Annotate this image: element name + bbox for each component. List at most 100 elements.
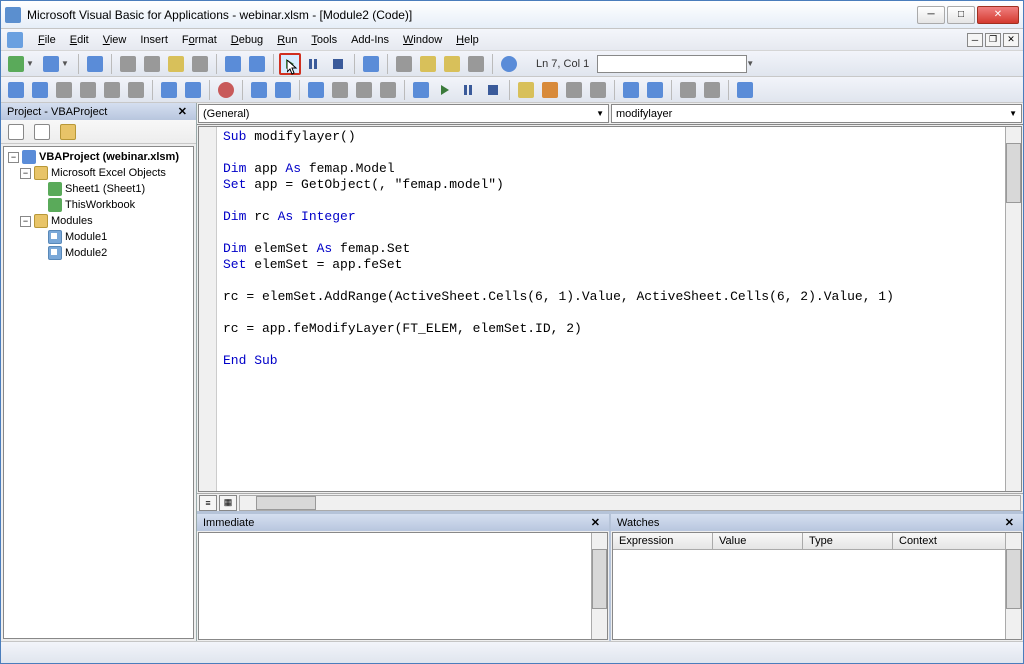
watches-close[interactable]: ✕ <box>1002 516 1017 529</box>
run-sub-button[interactable] <box>279 53 301 75</box>
col-expression[interactable]: Expression <box>613 533 713 549</box>
procedure-view-button[interactable]: ≡ <box>199 495 217 511</box>
tb2-d2[interactable] <box>434 79 456 101</box>
tb2-g2[interactable] <box>701 79 723 101</box>
breakpoint-button[interactable] <box>215 79 237 101</box>
view-object-button[interactable] <box>31 121 53 143</box>
tree-excel-objects[interactable]: − Microsoft Excel Objects <box>6 165 191 181</box>
tb2-2[interactable] <box>29 79 51 101</box>
minimize-button[interactable]: ─ <box>917 6 945 24</box>
help-button[interactable] <box>498 53 520 75</box>
design-mode-button[interactable] <box>360 53 382 75</box>
prev-bookmark-button[interactable] <box>353 79 375 101</box>
col-value[interactable]: Value <box>713 533 803 549</box>
menu-edit[interactable]: Edit <box>63 32 96 48</box>
undo-button[interactable] <box>222 53 244 75</box>
tree-modules[interactable]: − Modules <box>6 213 191 229</box>
toolbox-button[interactable] <box>465 53 487 75</box>
indent-button[interactable] <box>158 79 180 101</box>
bookmark-button[interactable] <box>305 79 327 101</box>
mdi-close[interactable]: ✕ <box>1003 33 1019 47</box>
scroll-thumb[interactable] <box>592 549 607 609</box>
maximize-button[interactable]: □ <box>947 6 975 24</box>
tb2-e4[interactable] <box>587 79 609 101</box>
toolbar-combo[interactable] <box>597 55 747 73</box>
insert-dropdown[interactable]: ▼ <box>61 59 73 68</box>
uncomment-button[interactable] <box>272 79 294 101</box>
immediate-vscroll[interactable] <box>591 533 607 639</box>
menu-run[interactable]: Run <box>270 32 304 48</box>
project-explorer-button[interactable] <box>393 53 415 75</box>
expand-icon[interactable]: − <box>20 168 31 179</box>
menu-format[interactable]: Format <box>175 32 224 48</box>
outdent-button[interactable] <box>182 79 204 101</box>
menu-insert[interactable]: Insert <box>133 32 175 48</box>
menu-tools[interactable]: Tools <box>304 32 344 48</box>
tb2-f2[interactable] <box>644 79 666 101</box>
view-excel-dropdown[interactable]: ▼ <box>26 59 38 68</box>
menu-debug[interactable]: Debug <box>224 32 270 48</box>
menu-file[interactable]: File <box>31 32 63 48</box>
object-dropdown[interactable]: (General) ▼ <box>198 104 609 123</box>
full-module-view-button[interactable]: ▦ <box>219 495 237 511</box>
tb2-d4[interactable] <box>482 79 504 101</box>
tb2-d3[interactable] <box>458 79 480 101</box>
toggle-folders-button[interactable] <box>57 121 79 143</box>
reset-button[interactable] <box>327 53 349 75</box>
comment-button[interactable] <box>248 79 270 101</box>
col-context[interactable]: Context <box>893 533 1021 549</box>
tb2-h1[interactable] <box>734 79 756 101</box>
mdi-minimize[interactable]: ─ <box>967 33 983 47</box>
tb2-g1[interactable] <box>677 79 699 101</box>
menu-help[interactable]: Help <box>449 32 486 48</box>
properties-button[interactable] <box>417 53 439 75</box>
view-excel-button[interactable] <box>5 53 27 75</box>
object-browser-button[interactable] <box>441 53 463 75</box>
scroll-thumb[interactable] <box>1006 143 1021 203</box>
tree-thisworkbook[interactable]: ThisWorkbook <box>6 197 191 213</box>
scroll-thumb[interactable] <box>256 496 316 510</box>
close-button[interactable]: ✕ <box>977 6 1019 24</box>
view-code-button[interactable] <box>5 121 27 143</box>
clear-bookmarks-button[interactable] <box>377 79 399 101</box>
paste-button[interactable] <box>165 53 187 75</box>
col-type[interactable]: Type <box>803 533 893 549</box>
immediate-body[interactable] <box>198 532 608 640</box>
code-hscroll[interactable] <box>239 495 1021 511</box>
menu-window[interactable]: Window <box>396 32 449 48</box>
expand-icon[interactable]: − <box>20 216 31 227</box>
watches-body[interactable]: Expression Value Type Context <box>612 532 1022 640</box>
tree-module1[interactable]: Module1 <box>6 229 191 245</box>
immediate-close[interactable]: ✕ <box>588 516 603 529</box>
code-vscroll[interactable] <box>1005 127 1021 491</box>
expand-icon[interactable]: − <box>8 152 19 163</box>
tb2-6[interactable] <box>125 79 147 101</box>
tb2-f1[interactable] <box>620 79 642 101</box>
tb2-e3[interactable] <box>563 79 585 101</box>
project-tree[interactable]: − VBAProject (webinar.xlsm) − Microsoft … <box>3 146 194 639</box>
project-panel-close[interactable]: ✕ <box>175 105 190 118</box>
scroll-thumb[interactable] <box>1006 549 1021 609</box>
break-button[interactable] <box>303 53 325 75</box>
tb2-d1[interactable] <box>410 79 432 101</box>
menu-view[interactable]: View <box>96 32 134 48</box>
mdi-restore[interactable]: ❐ <box>985 33 1001 47</box>
tree-module2[interactable]: Module2 <box>6 245 191 261</box>
tb2-e1[interactable] <box>515 79 537 101</box>
copy-button[interactable] <box>141 53 163 75</box>
tree-root[interactable]: − VBAProject (webinar.xlsm) <box>6 149 191 165</box>
tree-sheet1[interactable]: Sheet1 (Sheet1) <box>6 181 191 197</box>
tb2-3[interactable] <box>53 79 75 101</box>
redo-button[interactable] <box>246 53 268 75</box>
tb2-e2[interactable] <box>539 79 561 101</box>
next-bookmark-button[interactable] <box>329 79 351 101</box>
code-editor[interactable]: Sub modifylayer() Dim app As femap.Model… <box>217 127 1005 491</box>
procedure-dropdown[interactable]: modifylayer ▼ <box>611 104 1022 123</box>
watches-vscroll[interactable] <box>1005 533 1021 639</box>
insert-module-button[interactable] <box>40 53 62 75</box>
cut-button[interactable] <box>117 53 139 75</box>
toolbar-combo-dropdown[interactable]: ▼ <box>746 59 758 68</box>
tb2-5[interactable] <box>101 79 123 101</box>
menu-addins[interactable]: Add-Ins <box>344 32 396 48</box>
tb2-1[interactable] <box>5 79 27 101</box>
